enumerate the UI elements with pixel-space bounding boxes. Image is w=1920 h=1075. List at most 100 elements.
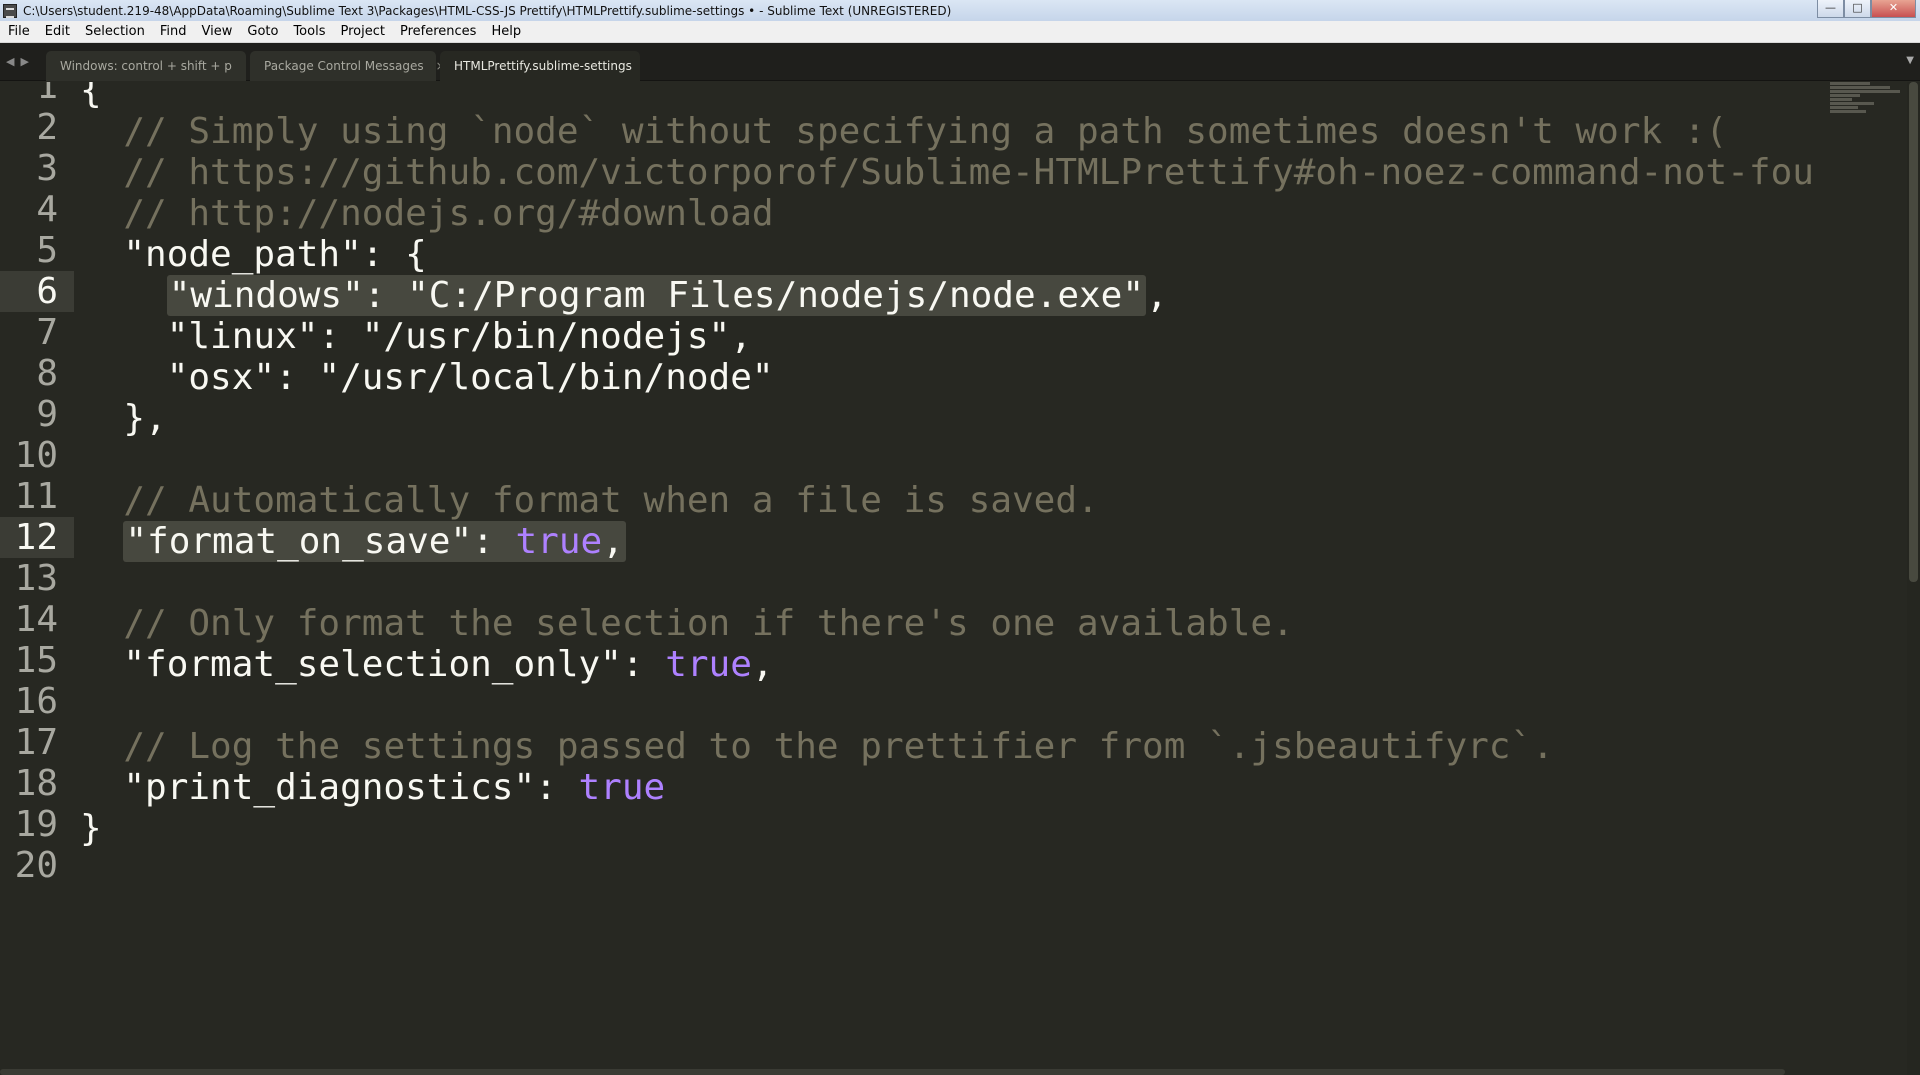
code-text: , [1146,275,1168,316]
code-line[interactable]: } [80,808,102,849]
code-line[interactable]: "linux": "/usr/bin/nodejs", [80,316,752,357]
menu-bar: File Edit Selection Find View Goto Tools… [0,21,1920,43]
code-line[interactable]: // http://nodejs.org/#download [80,193,773,234]
horizontal-scrollbar[interactable] [0,1069,1785,1075]
code-line[interactable]: // Only format the selection if there's … [80,603,1294,644]
line-number: 8 [36,352,58,394]
code-line[interactable]: }, [80,398,167,439]
close-window-button[interactable]: ✕ [1871,0,1916,18]
minimize-button[interactable]: — [1817,0,1844,18]
code-line[interactable]: // Automatically format when a file is s… [80,480,1099,521]
line-number: 11 [14,475,58,517]
sublime-app-icon[interactable] [3,3,17,18]
minimap-line [1830,110,1866,113]
code-comment: // https://github.com/victorporof/Sublim… [123,152,1814,193]
line-number: 20 [14,844,58,886]
code-comment: // Only format the selection if there's … [123,603,1294,644]
code-text: , [602,521,624,562]
vertical-scrollbar[interactable] [1907,82,1920,1075]
line-number: 17 [14,721,58,763]
code-text: , [751,644,774,685]
code-area[interactable]: { // Simply using `node` without specify… [80,82,1825,1075]
tab-list-dropdown-icon[interactable]: ▼ [1906,55,1914,66]
line-number: 6 [0,270,74,312]
menu-view[interactable]: View [194,21,240,43]
code-text: } [80,808,102,849]
line-number: 1 [36,82,58,107]
title-bar: C:\Users\student.219-48\AppData\Roaming\… [0,0,1920,21]
minimap-line [1830,94,1860,97]
line-number: 14 [14,598,58,640]
line-number: 5 [36,229,58,271]
code-text: { [80,82,102,111]
line-number: 13 [14,557,58,599]
tab-package-control-messages[interactable]: Package Control Messages × [250,51,446,81]
code-line[interactable]: "format_selection_only": true, [80,644,774,685]
code-line[interactable]: "windows": "C:/Program Files/nodejs/node… [80,275,1168,316]
tab-htmlprettify-settings[interactable]: HTMLPrettify.sublime-settings [440,51,640,81]
tab-command-palette[interactable]: Windows: control + shift + p [46,51,246,81]
code-line[interactable]: // Simply using `node` without specifyin… [80,111,1727,152]
code-comment: // Automatically format when a file is s… [123,480,1099,521]
menu-edit[interactable]: Edit [37,21,77,43]
menu-project[interactable]: Project [332,21,391,43]
code-text: "linux": "/usr/bin/nodejs", [80,316,752,357]
minimap-line [1830,82,1870,85]
code-key: "format_on_save": [125,521,516,562]
tab-navigation: ◀ ▶ [6,55,29,68]
chevron-right-icon[interactable]: ▶ [20,55,28,68]
tab-label: Package Control Messages [264,59,424,73]
line-number: 7 [36,311,58,353]
code-line[interactable]: "print_diagnostics": true [80,767,665,808]
line-number: 18 [14,762,58,804]
line-number: 10 [14,434,58,476]
code-text: "osx": "/usr/local/bin/node" [80,357,774,398]
code-text: }, [80,398,167,439]
code-comment: // Simply using `node` without specifyin… [123,111,1728,152]
tab-label: HTMLPrettify.sublime-settings [454,59,632,73]
menu-goto[interactable]: Goto [239,21,285,43]
code-editor[interactable]: 1 2 3 4 5 6 7 8 9 10 11 12 13 14 15 16 17 18 19 20 { // Sim… [0,82,1920,1075]
code-comment: // Log the settings passed to the pretti… [123,726,1554,767]
line-number: 16 [14,680,58,722]
line-number: 15 [14,639,58,681]
minimap-line [1830,86,1890,89]
minimap-line [1830,106,1858,109]
chevron-left-icon[interactable]: ◀ [6,55,14,68]
menu-find[interactable]: Find [152,21,194,43]
code-boolean: true [578,767,666,808]
line-number: 3 [36,147,58,189]
menu-preferences[interactable]: Preferences [392,21,483,43]
code-line[interactable]: "format_on_save": true, [80,521,626,562]
line-number: 9 [36,393,58,435]
code-boolean: true [515,521,603,562]
menu-help[interactable]: Help [483,21,528,43]
window-title: C:\Users\student.219-48\AppData\Roaming\… [23,3,952,18]
code-line[interactable]: // https://github.com/victorporof/Sublim… [80,152,1814,193]
selected-text[interactable]: "windows": "C:/Program Files/nodejs/node… [166,275,1147,316]
code-line[interactable]: "node_path": { [80,234,426,275]
code-line[interactable]: { [80,82,102,111]
tab-bar: ◀ ▶ Windows: control + shift + p Package… [0,43,1920,81]
code-boolean: true [665,644,752,685]
scrollbar-thumb[interactable] [1909,82,1918,582]
selected-text[interactable]: "format_on_save": true, [123,521,626,562]
line-number: 19 [14,803,58,845]
line-number: 12 [0,516,74,558]
menu-file[interactable]: File [0,21,37,43]
minimap-line [1830,102,1874,105]
code-key: "format_selection_only": [80,644,666,685]
code-line[interactable]: // Log the settings passed to the pretti… [80,726,1554,767]
line-number: 2 [36,106,58,148]
menu-selection[interactable]: Selection [77,21,152,43]
menu-tools[interactable]: Tools [285,21,332,43]
maximize-button[interactable]: □ [1844,0,1871,18]
minimap-line [1830,90,1900,93]
code-line[interactable]: "osx": "/usr/local/bin/node" [80,357,774,398]
minimap[interactable] [1828,82,1908,122]
